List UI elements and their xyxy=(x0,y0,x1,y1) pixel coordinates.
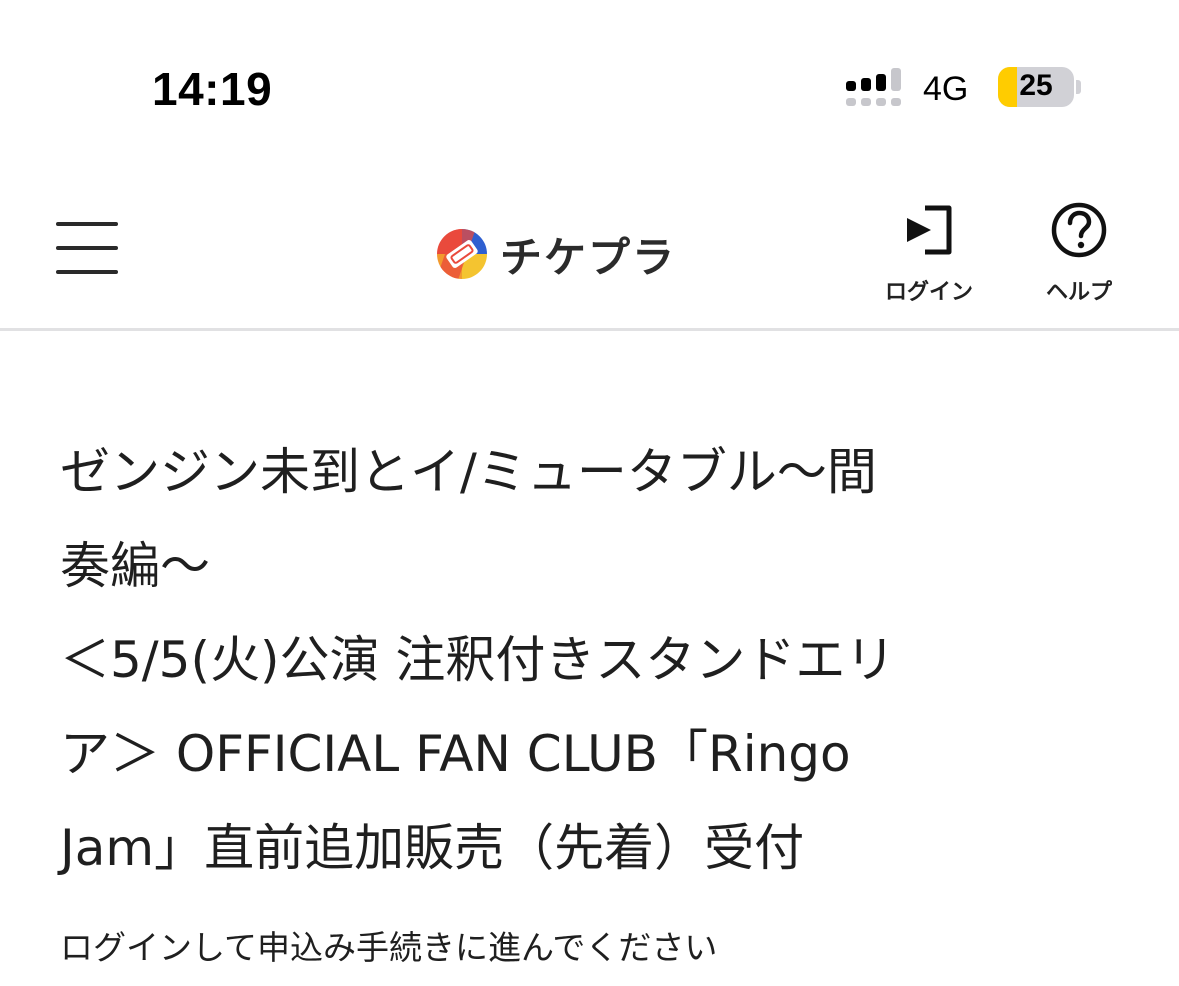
battery-level: 25 xyxy=(1019,69,1053,102)
battery-icon: 25 xyxy=(998,67,1074,107)
main-content: ゼンジン未到とイ/ミュータブル〜間 奏編〜 ＜5/5(火)公演 注釈付きスタンド… xyxy=(0,331,1179,986)
title-line: ア＞ OFFICIAL FAN CLUB「Ringo xyxy=(60,725,851,783)
app-header: チケプラ ログイン ヘルプ xyxy=(0,170,1179,331)
help-button[interactable]: ヘルプ xyxy=(1014,200,1144,310)
title-line: 奏編〜 xyxy=(60,537,210,595)
question-circle-icon xyxy=(1051,202,1107,258)
title-line: ＜5/5(火)公演 注釈付きスタンドエリ xyxy=(60,631,896,689)
login-arrow-icon xyxy=(907,204,952,256)
battery-nub xyxy=(1076,80,1081,94)
network-type: 4G xyxy=(923,70,969,108)
menu-button[interactable] xyxy=(48,208,128,288)
ticket-logo-icon xyxy=(437,229,487,279)
login-instruction: ログインして申込み手続きに進んでください xyxy=(60,928,718,967)
title-line: ゼンジン未到とイ/ミュータブル〜間 xyxy=(60,443,877,501)
login-button[interactable]: ログイン xyxy=(864,200,994,310)
login-label: ログイン xyxy=(884,280,973,305)
signal-strength-icon xyxy=(846,68,901,106)
help-label: ヘルプ xyxy=(1045,280,1112,305)
logo[interactable]: チケプラ xyxy=(436,217,676,282)
page-title: ゼンジン未到とイ/ミュータブル〜間 奏編〜 ＜5/5(火)公演 注釈付きスタンド… xyxy=(60,425,1110,895)
status-time: 14:19 xyxy=(152,63,273,115)
status-bar: 14:19 4G 25 xyxy=(0,0,1179,170)
title-line: Jam」直前追加販売（先着）受付 xyxy=(60,819,805,877)
